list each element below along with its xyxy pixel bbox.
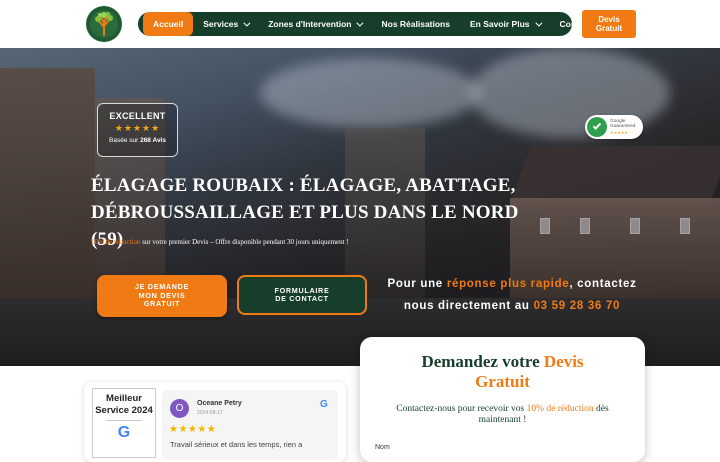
- best-service-title: Meilleur Service 2024: [93, 393, 155, 417]
- request-quote-button[interactable]: JE DEMANDE MON DEVIS GRATUIT: [97, 275, 227, 317]
- reviewer-name: Oceane Petry: [197, 400, 242, 407]
- main-nav: Accueil Services Zones d'Intervention No…: [138, 12, 591, 36]
- chevron-down-icon: [356, 19, 364, 27]
- chevron-down-icon: [243, 19, 251, 27]
- google-guaranteed-text: Google Guaranteed ★★★★★: [610, 119, 635, 136]
- hero-background-cloud: [260, 58, 480, 128]
- contact-form-label-2: DE CONTACT: [275, 294, 329, 303]
- form-title-prefix: Demandez votre: [421, 352, 544, 371]
- nav-item-label: En Savoir Plus: [469, 19, 530, 29]
- house-window: [680, 218, 690, 234]
- cta-prefix: Pour une: [387, 278, 447, 290]
- devis-button-line2: Gratuit: [595, 24, 623, 33]
- contact-form-button[interactable]: FORMULAIRE DE CONTACT: [237, 275, 367, 315]
- house-window: [580, 218, 590, 234]
- best-line1: Meilleur: [106, 393, 142, 404]
- review-text: Travail sérieux et dans les temps, rien …: [170, 440, 303, 449]
- phone-cta-text: Pour une réponse plus rapide, contactez …: [378, 273, 646, 317]
- nav-item-en-savoir-plus[interactable]: En Savoir Plus: [460, 12, 550, 36]
- star-rating-icon: ★★★★★: [169, 424, 217, 435]
- house-window: [630, 218, 640, 234]
- offer-text: 10% de réduction sur votre premier Devis…: [91, 238, 511, 246]
- form-subtitle: Contactez-nous pour recevoir vos 10% de …: [370, 404, 635, 426]
- form-title: Demandez votre Devis Gratuit: [360, 352, 645, 392]
- rating-count-value: 268 Avis: [140, 137, 166, 144]
- badge-line2: Guaranteed: [610, 124, 636, 130]
- rating-count-text: Basée sur 268 Avis: [98, 137, 177, 144]
- google-guaranteed-badge: Google Guaranteed ★★★★★: [585, 115, 643, 139]
- nav-item-label: Nos Réalisations: [381, 19, 450, 29]
- offer-highlight: 10% de réduction: [91, 238, 141, 246]
- nav-item-zones[interactable]: Zones d'Intervention: [258, 12, 371, 36]
- offer-rest: sur votre premier Devis – Offre disponib…: [140, 238, 349, 246]
- cta-mid: , contactez: [569, 278, 637, 290]
- nav-item-label: Zones d'Intervention: [268, 19, 352, 29]
- best-line2: Service 2024: [95, 405, 153, 416]
- star-rating-icon: ★★★★★: [114, 123, 161, 133]
- form-sub-suffix: dès: [593, 404, 609, 414]
- badge-star-icon: ★★★★★: [610, 129, 628, 135]
- phone-number-link[interactable]: 03 59 28 36 70: [534, 300, 621, 312]
- nav-item-realisations[interactable]: Nos Réalisations: [371, 12, 460, 36]
- form-sub-prefix: Contactez-nous pour recevoir vos: [396, 404, 527, 414]
- review-date: 2024-08-17: [197, 410, 223, 416]
- divider: [106, 420, 142, 421]
- hero-background-building: [0, 68, 95, 308]
- google-icon: G: [117, 424, 131, 441]
- rating-count-prefix: Basée sur: [109, 137, 141, 144]
- site-header: Accueil Services Zones d'Intervention No…: [0, 0, 720, 48]
- tree-logo-icon[interactable]: [86, 6, 122, 42]
- nav-item-services[interactable]: Services: [193, 12, 258, 36]
- nav-item-label: Accueil: [153, 19, 184, 29]
- avatar: O: [170, 399, 189, 418]
- form-title-line2: Gratuit: [475, 372, 530, 391]
- form-title-highlight: Devis: [543, 352, 584, 371]
- cta-line2-prefix: nous directement au: [403, 300, 534, 312]
- quote-form-card: Demandez votre Devis Gratuit Contactez-n…: [360, 337, 645, 462]
- hero-section: EXCELLENT ★★★★★ Basée sur 268 Avis Googl…: [0, 48, 720, 366]
- nav-item-label: Services: [203, 19, 239, 29]
- check-icon: [587, 117, 607, 137]
- google-icon: G: [320, 399, 328, 410]
- devis-gratuit-button[interactable]: Devis Gratuit: [582, 10, 636, 38]
- devis-button-line1: Devis: [598, 15, 620, 24]
- form-sub-highlight: 10% de réduction: [526, 404, 594, 414]
- best-service-badge: Meilleur Service 2024 G: [92, 388, 156, 458]
- page-title-line1: ÉLAGAGE ROUBAIX : ÉLAGAGE, ABATTAGE,: [91, 175, 516, 196]
- cta-highlight: réponse plus rapide: [446, 278, 570, 290]
- form-sub-line2: maintenant !: [478, 415, 527, 425]
- rating-summary-box: EXCELLENT ★★★★★ Basée sur 268 Avis: [97, 103, 178, 157]
- chevron-down-icon: [534, 19, 542, 27]
- request-quote-label-3: GRATUIT: [143, 299, 181, 309]
- nav-item-accueil[interactable]: Accueil: [143, 12, 194, 36]
- rating-title: EXCELLENT: [109, 111, 166, 121]
